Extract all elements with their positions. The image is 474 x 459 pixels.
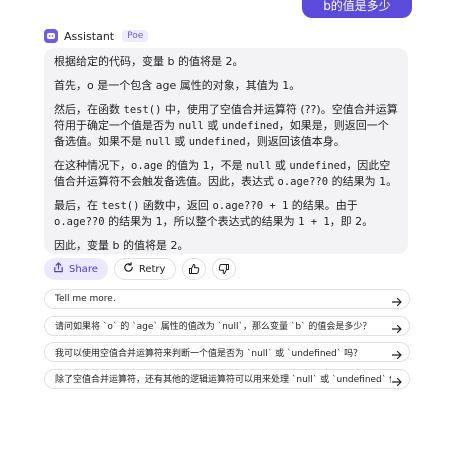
message-actions: Share Retry — [44, 257, 237, 281]
suggestion-item[interactable]: 除了空值合并运算符，还有其他的逻辑运算符可以用来处理 `null` 或 `und… — [44, 368, 410, 389]
message-paragraph-2: 首先，o 是一个包含 age 属性的对象，其值为 1。 — [54, 79, 301, 92]
suggestion-text: 请问如果将 `o` 的 `age` 属性的值改为 `null`，那么变量 `b`… — [55, 322, 372, 332]
share-icon — [53, 262, 64, 276]
message-paragraph-1: 根据给定的代码，变量 b 的值将是 2。 — [54, 55, 244, 68]
arrow-right-icon — [391, 373, 403, 386]
suggestion-item[interactable]: Tell me more. — [44, 289, 410, 309]
assistant-header: Assistant Poe — [44, 27, 149, 45]
thumbs-down-icon — [218, 260, 230, 279]
message-paragraph-3: 然后，在函数 test() 中，使用了空值合并运算符 (??)。空值合并运算符用… — [54, 103, 398, 148]
suggestion-item[interactable]: 我可以使用空值合并运算符来判断一个值是否为 `null` 或 `undefine… — [44, 342, 410, 362]
thumbs-up-icon — [188, 260, 200, 279]
like-button[interactable] — [182, 258, 207, 280]
arrow-right-icon — [391, 293, 403, 307]
user-message-bubble: b的值是多少 — [302, 0, 412, 18]
retry-icon — [123, 262, 134, 276]
retry-label: Retry — [138, 263, 166, 275]
suggestion-text: Tell me more. — [55, 294, 116, 304]
suggested-replies: Tell me more. 请问如果将 `o` 的 `age` 属性的值改为 `… — [44, 289, 410, 395]
message-paragraph-4: 在这种情况下，o.age 的值为 1，不是 null 或 undefined，因… — [54, 159, 398, 188]
message-paragraph-6: 因此，变量 b 的值将是 2。 — [54, 239, 189, 252]
assistant-name: Assistant — [64, 29, 115, 43]
suggestion-item[interactable]: 请问如果将 `o` 的 `age` 属性的值改为 `null`，那么变量 `b`… — [44, 315, 410, 336]
arrow-right-icon — [391, 346, 403, 360]
user-message-text: b的值是多少 — [323, 0, 391, 13]
suggestion-text: 我可以使用空值合并运算符来判断一个值是否为 `null` 或 `undefine… — [55, 348, 363, 359]
assistant-message: 根据给定的代码，变量 b 的值将是 2。 首先，o 是一个包含 age 属性的对… — [44, 48, 408, 254]
share-button[interactable]: Share — [44, 258, 108, 280]
suggestion-text: 除了空值合并运算符，还有其他的逻辑运算符可以用来处理 `null` 或 `und… — [55, 375, 391, 385]
message-paragraph-5: 最后，在 test() 函数中，返回 o.age??0 + 1 的结果。由于 o… — [54, 199, 374, 228]
arrow-right-icon — [391, 320, 403, 333]
dislike-button[interactable] — [212, 258, 237, 280]
robot-chat-icon — [44, 29, 58, 43]
share-label: Share — [69, 263, 98, 275]
retry-button[interactable]: Retry — [113, 258, 177, 280]
poe-badge: Poe — [122, 30, 149, 42]
